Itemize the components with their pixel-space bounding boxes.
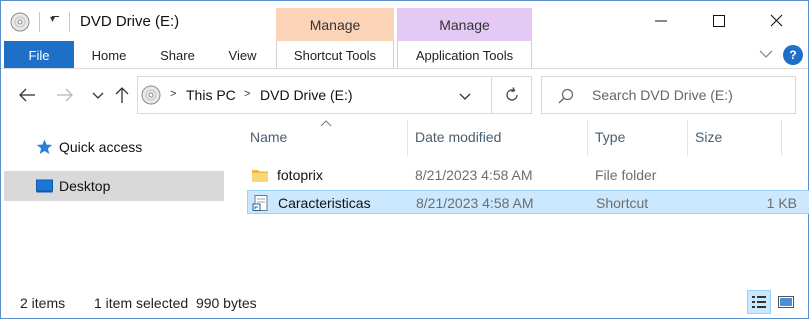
ribbon-tab-row: File Home Share View Shortcut Tools Appl… (1, 41, 808, 69)
column-divider[interactable] (781, 120, 782, 156)
column-divider[interactable] (587, 120, 588, 156)
details-view-button[interactable] (747, 290, 771, 314)
nav-item-label: Desktop (59, 178, 111, 194)
nav-item-label: Quick access (59, 139, 143, 155)
file-list: Name Date modified Type Size fotoprix 8/… (231, 120, 809, 285)
breadcrumb-separator-icon[interactable]: > (244, 88, 250, 100)
selection-info: 1 item selected 990 bytes (94, 295, 257, 311)
refresh-icon (506, 87, 518, 101)
shortcut-icon (252, 195, 268, 211)
help-icon[interactable]: ? (783, 45, 803, 65)
list-item-selected[interactable]: Caracteristicas 8/21/2023 4:58 AM Shortc… (247, 190, 809, 214)
forward-arrow-icon[interactable] (54, 84, 76, 106)
manage-shortcut-context-label: Manage (276, 8, 394, 41)
nav-item-quick-access[interactable]: Quick access (4, 132, 224, 162)
column-header-name[interactable]: Name (250, 129, 287, 145)
tab-share[interactable]: Share (144, 41, 211, 69)
file-date-modified: 8/21/2023 4:58 AM (415, 167, 533, 183)
item-count: 2 items (20, 295, 66, 311)
column-divider[interactable] (687, 120, 688, 156)
dvd-drive-icon[interactable] (10, 12, 30, 32)
list-item[interactable]: fotoprix 8/21/2023 4:58 AM File folder (247, 163, 809, 187)
title-bar: ▾ DVD Drive (E:) Manage Manage (1, 1, 808, 41)
maximize-button[interactable] (690, 1, 748, 41)
sort-ascending-chevron-up-icon (320, 120, 332, 127)
minimize-button[interactable] (632, 1, 690, 41)
breadcrumb-dvd-drive[interactable]: DVD Drive (E:) (260, 87, 353, 103)
navigation-pane: Quick access Desktop (1, 120, 225, 285)
file-type: File folder (595, 167, 657, 183)
recent-locations-chevron-down-icon[interactable] (87, 84, 109, 106)
titlebar-divider (39, 12, 40, 32)
file-type: Shortcut (596, 195, 649, 211)
search-input[interactable]: Search DVD Drive (E:) (592, 87, 733, 103)
search-box[interactable]: Search DVD Drive (E:) (541, 76, 796, 114)
column-header-size[interactable]: Size (695, 129, 722, 145)
file-name: fotoprix (277, 167, 323, 183)
quick-access-dropdown-icon[interactable]: ▾ (50, 14, 55, 25)
ribbon-divider (1, 68, 808, 69)
column-header-date-modified[interactable]: Date modified (415, 129, 501, 145)
manage-application-context-label: Manage (397, 8, 532, 41)
up-arrow-icon[interactable] (111, 84, 133, 106)
close-button[interactable] (748, 1, 806, 41)
large-icons-view-icon (778, 296, 794, 308)
desktop-icon (36, 179, 53, 193)
breadcrumb-separator-icon[interactable]: > (170, 88, 176, 100)
details-view-icon (752, 296, 766, 308)
titlebar-divider (69, 12, 70, 32)
tab-file[interactable]: File (4, 41, 74, 69)
tab-application-tools[interactable]: Application Tools (397, 41, 532, 69)
file-size: 1 KB (766, 195, 797, 211)
address-history-chevron-down-icon[interactable] (456, 87, 474, 105)
breadcrumb-this-pc[interactable]: This PC (186, 87, 236, 103)
folder-icon (252, 170, 268, 182)
expand-ribbon-chevron-down-icon[interactable] (758, 47, 774, 61)
column-divider[interactable] (407, 120, 408, 156)
explorer-window: ▾ DVD Drive (E:) Manage Manage File Home… (0, 0, 809, 319)
search-icon (558, 88, 574, 104)
dvd-drive-icon (141, 85, 161, 105)
file-date-modified: 8/21/2023 4:58 AM (416, 195, 534, 211)
tab-shortcut-tools[interactable]: Shortcut Tools (276, 41, 394, 69)
refresh-button[interactable] (491, 77, 532, 113)
address-bar[interactable]: > This PC > DVD Drive (E:) (137, 76, 532, 114)
back-arrow-icon[interactable] (16, 84, 38, 106)
file-name: Caracteristicas (278, 195, 371, 211)
nav-item-desktop[interactable]: Desktop (4, 171, 224, 201)
star-icon (36, 139, 53, 154)
column-header-type[interactable]: Type (595, 129, 625, 145)
window-title: DVD Drive (E:) (80, 13, 180, 30)
tab-view[interactable]: View (211, 41, 274, 69)
tab-home[interactable]: Home (74, 41, 144, 69)
status-bar: 2 items 1 item selected 990 bytes (1, 286, 808, 318)
large-icons-view-button[interactable] (774, 290, 798, 314)
